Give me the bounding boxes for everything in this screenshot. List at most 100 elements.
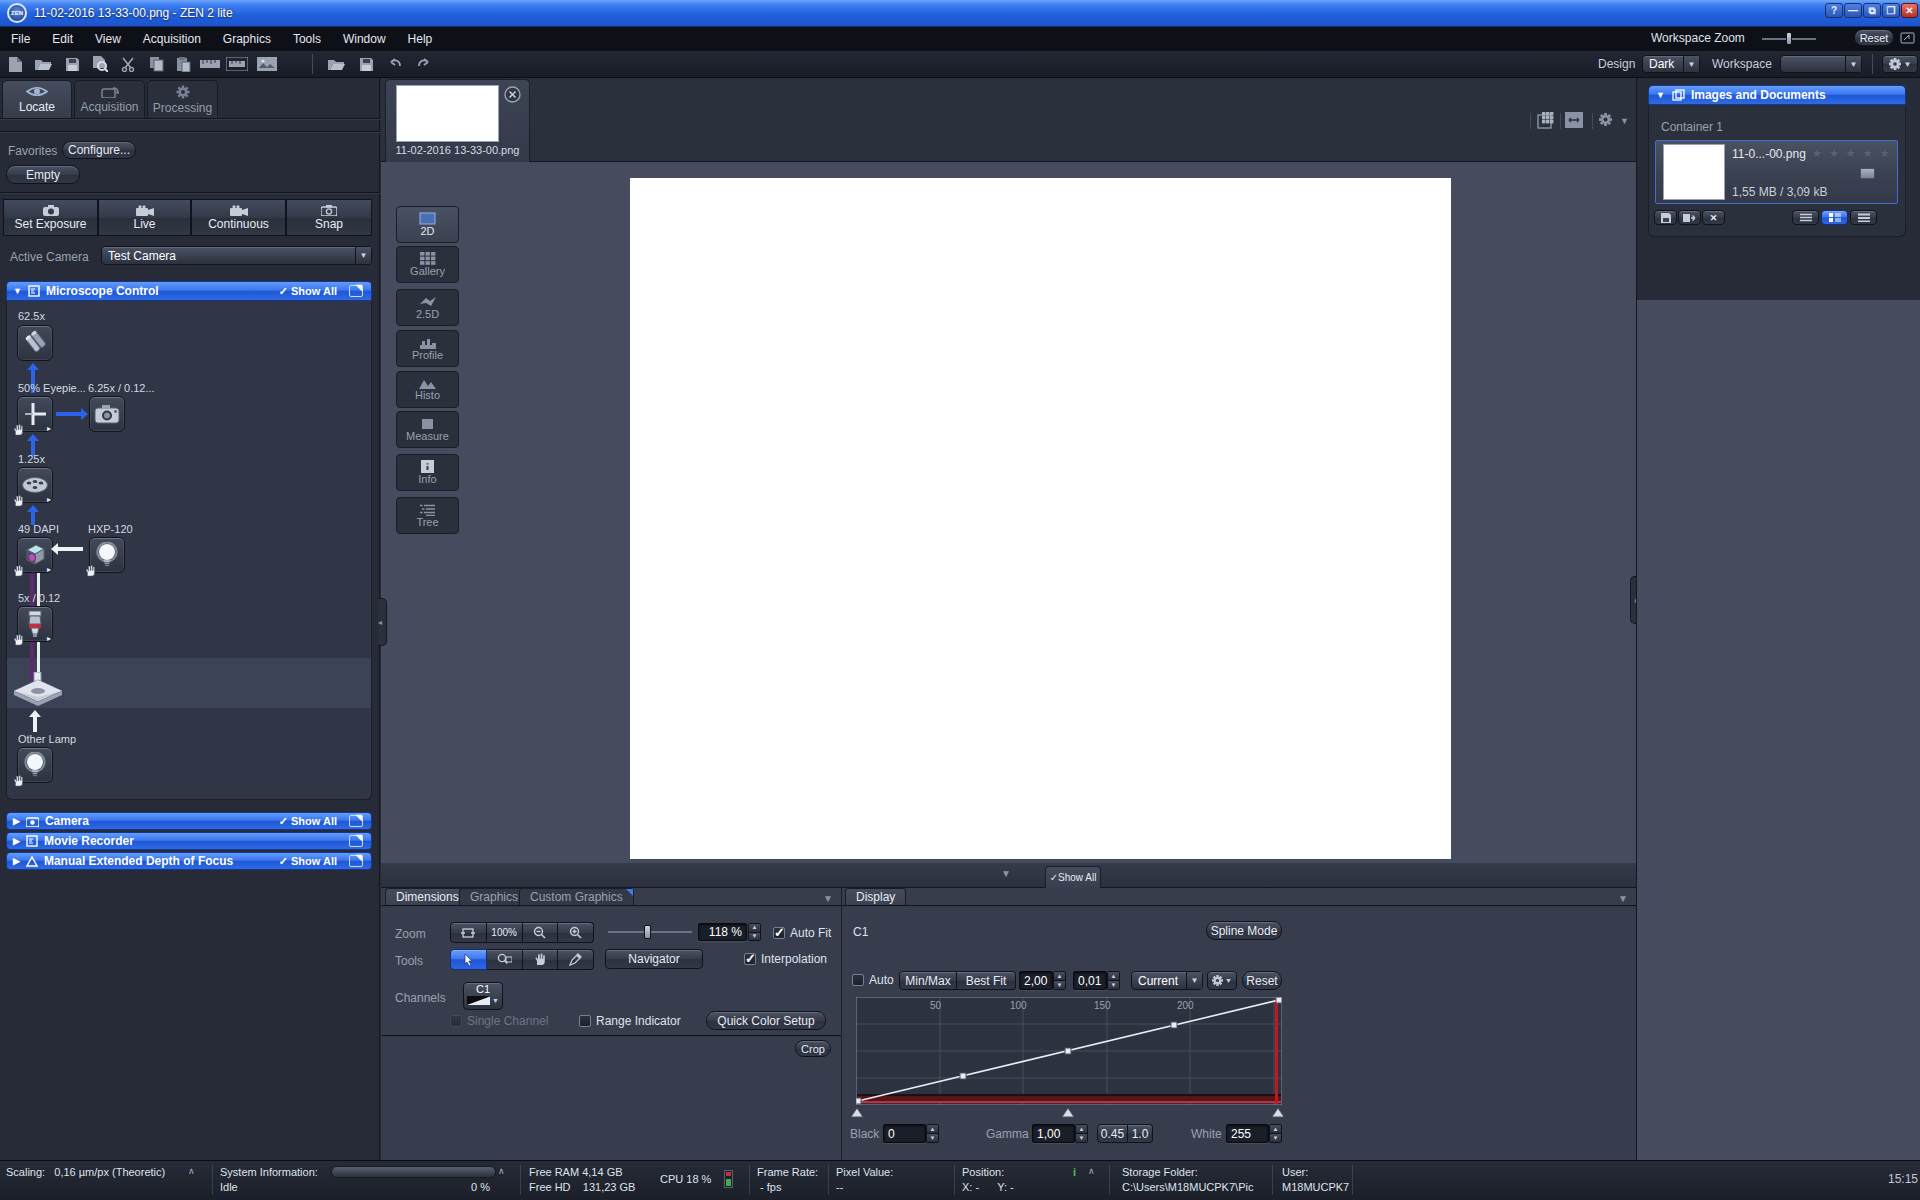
zoom-fit-button[interactable] <box>450 922 487 943</box>
gamma-field[interactable]: 1,00 <box>1032 1124 1075 1143</box>
zoom-value-field[interactable]: 118 % <box>698 923 747 941</box>
view-tab-2d[interactable]: 2D <box>396 206 459 243</box>
image-icon[interactable] <box>256 54 278 74</box>
view-settings-gear-icon[interactable] <box>1599 113 1612 126</box>
view-tab-25d[interactable]: 2.5D <box>396 289 459 326</box>
save-icon[interactable] <box>61 54 83 74</box>
pointer-tool-button[interactable] <box>450 949 487 970</box>
gamma-045-button[interactable]: 0.45 <box>1097 1124 1128 1143</box>
navigator-button[interactable]: Navigator <box>605 949 703 969</box>
item-rating-stars[interactable]: ★ ★ ★ ★ ★ <box>1812 147 1892 160</box>
image-list-item[interactable]: 11-0...-00.png ★ ★ ★ ★ ★ 1,55 MB / 3,09 … <box>1655 140 1898 204</box>
minimize-button[interactable]: — <box>1844 3 1862 18</box>
crop-button[interactable]: Crop <box>795 1040 831 1057</box>
bestfit-button[interactable]: Best Fit <box>957 971 1016 990</box>
menu-view[interactable]: View <box>84 32 132 46</box>
single-channel-checkbox[interactable]: Single Channel <box>450 1014 548 1028</box>
expand-arrow-icon[interactable]: ▶ <box>13 856 20 866</box>
expand-arrow-icon[interactable]: ▶ <box>13 816 20 826</box>
black-field[interactable]: 0 <box>883 1124 926 1143</box>
ruler-icon[interactable] <box>199 54 221 74</box>
view-mode-compact-button[interactable] <box>1850 210 1877 225</box>
microscope-show-all[interactable]: ✓ Show All <box>279 285 337 298</box>
current-select[interactable]: Current▼ <box>1131 971 1203 990</box>
percentile-spinner[interactable]: ▲▼ <box>1107 971 1120 990</box>
zoom-value-spinner[interactable]: ▲▼ <box>748 923 761 941</box>
tab-custom-graphics[interactable]: Custom Graphics <box>519 888 634 905</box>
display-settings-button[interactable]: ▼ <box>1207 971 1237 990</box>
white-spinner[interactable]: ▲▼ <box>1269 1124 1282 1143</box>
white-slider-handle[interactable] <box>1271 1107 1285 1118</box>
scaling-expand-icon[interactable]: ∧ <box>188 1166 195 1176</box>
active-camera-select[interactable]: Test Camera▼ <box>101 246 372 265</box>
gamma-10-button[interactable]: 1.0 <box>1128 1124 1153 1143</box>
save-image-icon[interactable] <box>355 54 377 74</box>
zoom-region-tool-button[interactable] <box>487 949 523 970</box>
gamma-slider-handle[interactable] <box>1061 1107 1075 1118</box>
stage-icon[interactable] <box>12 672 64 710</box>
cut-icon[interactable] <box>117 54 139 74</box>
camera-show-all[interactable]: ✓ Show All <box>279 815 337 828</box>
continuous-button[interactable]: Continuous <box>191 199 286 236</box>
help-button[interactable]: ? <box>1825 3 1843 18</box>
display-dropdown-icon[interactable]: ▼ <box>1618 893 1628 904</box>
interpolation-checkbox[interactable]: Interpolation <box>744 952 827 966</box>
undo-icon[interactable] <box>384 54 406 74</box>
pan-tool-button[interactable] <box>523 949 559 970</box>
undock-icon[interactable] <box>349 855 363 867</box>
snap-button[interactable]: Snap <box>286 199 372 236</box>
strip-dropdown-icon[interactable]: ▼ <box>1001 868 1011 879</box>
tab-locate[interactable]: Locate <box>2 80 72 118</box>
filter-wheel-icon[interactable]: ▸ <box>17 467 53 503</box>
zoom-out-button[interactable] <box>523 922 559 943</box>
beamsplitter-icon[interactable]: ▸ <box>17 396 53 432</box>
view-tab-profile[interactable]: Profile <box>396 330 459 367</box>
tab-dimensions[interactable]: Dimensions <box>385 888 470 905</box>
undock-icon[interactable] <box>349 835 363 847</box>
left-splitter-handle[interactable]: ◂ <box>378 598 387 646</box>
restore-button[interactable]: ❐ <box>1882 3 1900 18</box>
filter-cube-icon[interactable]: ▸ <box>17 537 53 573</box>
workspace-settings-button[interactable]: ▼ <box>1882 55 1918 73</box>
ruler-box-icon[interactable] <box>226 54 248 74</box>
histogram-curve-area[interactable] <box>856 997 1282 1105</box>
dock-icon[interactable] <box>1900 31 1915 44</box>
tab-acquisition[interactable]: Acquisition <box>74 80 145 118</box>
menu-file[interactable]: File <box>0 32 41 46</box>
item-delete-button[interactable]: ✕ <box>1702 210 1725 225</box>
movie-recorder-panel-header[interactable]: ▶ Movie Recorder <box>6 832 372 850</box>
menu-window[interactable]: Window <box>332 32 397 46</box>
other-lamp-icon[interactable] <box>17 747 53 783</box>
new-document-icon[interactable] <box>4 54 26 74</box>
camera-node-icon[interactable] <box>89 396 125 432</box>
design-select[interactable]: Dark▼ <box>1642 55 1700 73</box>
find-document-icon[interactable] <box>89 54 111 74</box>
redo-icon[interactable] <box>413 54 435 74</box>
empty-button[interactable]: Empty <box>6 165 80 184</box>
white-field[interactable]: 255 <box>1226 1124 1269 1143</box>
item-checkbox[interactable] <box>1860 168 1875 179</box>
configure-button[interactable]: Configure... <box>62 141 136 159</box>
view-tab-info[interactable]: Info <box>396 454 459 491</box>
camera-panel-header[interactable]: ▶ Camera ✓ Show All <box>6 812 372 830</box>
collapse-arrow-icon[interactable]: ▼ <box>1656 90 1665 100</box>
workspace-zoom-reset-button[interactable]: Reset <box>1854 29 1894 46</box>
microscope-control-header[interactable]: ▼ Microscope Control ✓ Show All <box>6 281 372 301</box>
black-slider-handle[interactable] <box>850 1107 864 1118</box>
zoom-100-button[interactable]: 100% <box>487 922 523 943</box>
status-info-icon[interactable]: i <box>1073 1166 1076 1178</box>
objective-icon[interactable]: ▸ <box>17 606 53 642</box>
tab-processing[interactable]: Processing <box>147 80 218 118</box>
collapse-arrow-icon[interactable]: ▼ <box>13 286 22 296</box>
gallery-view-icon[interactable] <box>1537 111 1556 129</box>
quick-color-setup-button[interactable]: Quick Color Setup <box>706 1011 826 1030</box>
open-image-icon[interactable] <box>325 54 347 74</box>
tab-display[interactable]: Display <box>845 888 906 905</box>
menu-graphics[interactable]: Graphics <box>212 32 282 46</box>
progress-expand-icon[interactable]: ∧ <box>498 1166 505 1176</box>
zoom-slider-handle[interactable] <box>644 925 651 939</box>
spline-mode-button[interactable]: Spline Mode <box>1206 921 1282 940</box>
paste-icon[interactable] <box>172 54 194 74</box>
expand-arrow-icon[interactable]: ▶ <box>13 836 20 846</box>
range-indicator-checkbox[interactable]: Range Indicator <box>579 1014 681 1028</box>
